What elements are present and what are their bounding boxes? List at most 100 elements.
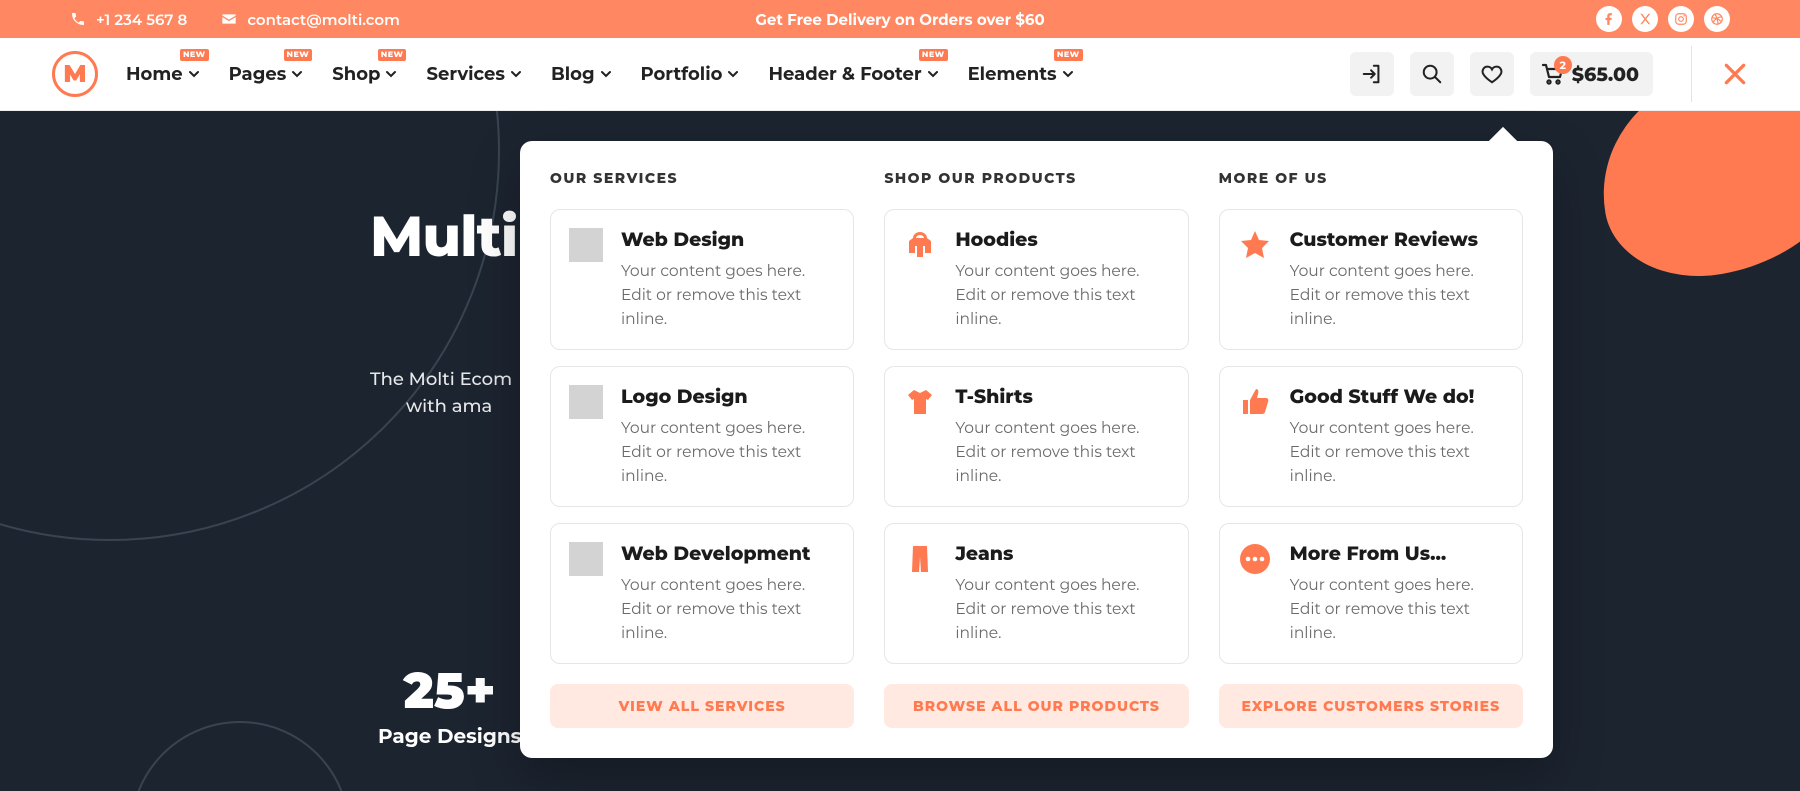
hoodie-icon: [903, 228, 937, 262]
x-link[interactable]: [1632, 6, 1658, 32]
mega-card[interactable]: Logo Design Your content goes here. Edit…: [550, 366, 854, 507]
mega-card[interactable]: Web Design Your content goes here. Edit …: [550, 209, 854, 350]
image-placeholder-icon: [569, 228, 603, 262]
thumbs-up-icon: [1238, 385, 1272, 419]
facebook-icon: [1602, 12, 1616, 26]
nav-item-services[interactable]: Services: [426, 63, 520, 85]
card-title: Customer Reviews: [1290, 228, 1504, 251]
dribbble-icon: [1710, 12, 1724, 26]
card-title: Jeans: [955, 542, 1169, 565]
login-button[interactable]: [1350, 52, 1394, 96]
phone-icon: [70, 11, 86, 27]
nav-item-label: Portfolio: [641, 63, 723, 85]
more-icon: [1238, 542, 1272, 576]
mega-heading: SHOP OUR PRODUCTS: [884, 169, 1188, 187]
nav-item-pages[interactable]: PagesNEW: [229, 63, 303, 85]
dribbble-link[interactable]: [1704, 6, 1730, 32]
close-menu-button[interactable]: [1722, 61, 1748, 87]
mega-card[interactable]: More From Us... Your content goes here. …: [1219, 523, 1523, 664]
decorative-blob: [1585, 111, 1800, 292]
search-icon: [1421, 63, 1443, 85]
mega-column: SHOP OUR PRODUCTS Hoodies Your content g…: [884, 169, 1188, 728]
mega-column: MORE OF US Customer Reviews Your content…: [1219, 169, 1523, 728]
card-desc: Your content goes here. Edit or remove t…: [955, 416, 1169, 488]
facebook-link[interactable]: [1596, 6, 1622, 32]
card-desc: Your content goes here. Edit or remove t…: [621, 259, 835, 331]
card-desc: Your content goes here. Edit or remove t…: [1290, 259, 1504, 331]
stat-label: Page Designs: [378, 725, 521, 749]
login-icon: [1361, 63, 1383, 85]
logo-letter: M: [64, 60, 87, 89]
card-title: Logo Design: [621, 385, 835, 408]
card-title: Web Design: [621, 228, 835, 251]
nav-item-label: Header & Footer: [768, 63, 921, 85]
mega-card[interactable]: Customer Reviews Your content goes here.…: [1219, 209, 1523, 350]
mega-card[interactable]: Web Development Your content goes here. …: [550, 523, 854, 664]
card-title: T-Shirts: [955, 385, 1169, 408]
email-link[interactable]: contact@molti.com: [221, 10, 400, 29]
new-badge: NEW: [284, 49, 313, 61]
card-title: Hoodies: [955, 228, 1169, 251]
nav-item-elements[interactable]: ElementsNEW: [968, 63, 1073, 85]
new-badge: NEW: [378, 49, 407, 61]
x-icon: [1638, 12, 1652, 26]
stat-block: 25+ Page Designs: [378, 660, 521, 749]
card-desc: Your content goes here. Edit or remove t…: [955, 573, 1169, 645]
cart-total: $65.00: [1572, 63, 1639, 86]
heart-icon: [1481, 63, 1503, 85]
mega-cta-button[interactable]: BROWSE ALL OUR PRODUCTS: [884, 684, 1188, 728]
star-icon: [1238, 228, 1272, 262]
nav-item-home[interactable]: HomeNEW: [126, 63, 199, 85]
stat-value: 25+: [378, 660, 521, 721]
card-title: Good Stuff We do!: [1290, 385, 1504, 408]
mega-menu: OUR SERVICES Web Design Your content goe…: [520, 141, 1553, 758]
logo[interactable]: M: [52, 51, 98, 97]
main-nav: M HomeNEWPagesNEWShopNEWServicesBlogPort…: [0, 38, 1800, 111]
divider: [1691, 46, 1692, 102]
nav-item-label: Blog: [551, 63, 595, 85]
mega-card[interactable]: T-Shirts Your content goes here. Edit or…: [884, 366, 1188, 507]
nav-item-label: Elements: [968, 63, 1057, 85]
card-title: Web Development: [621, 542, 835, 565]
nav-item-header-footer[interactable]: Header & FooterNEW: [768, 63, 937, 85]
cart-button[interactable]: 2 $65.00: [1530, 52, 1653, 96]
cart-count-badge: 2: [1554, 56, 1572, 74]
card-desc: Your content goes here. Edit or remove t…: [1290, 573, 1504, 645]
decorative-circle: [130, 721, 350, 791]
email-text: contact@molti.com: [247, 10, 400, 29]
mega-card[interactable]: Hoodies Your content goes here. Edit or …: [884, 209, 1188, 350]
new-badge: NEW: [1054, 49, 1083, 61]
search-button[interactable]: [1410, 52, 1454, 96]
nav-item-shop[interactable]: ShopNEW: [332, 63, 396, 85]
new-badge: NEW: [180, 49, 209, 61]
announcement-bar: +1 234 567 8 contact@molti.com Get Free …: [0, 0, 1800, 38]
mega-card[interactable]: Jeans Your content goes here. Edit or re…: [884, 523, 1188, 664]
mail-icon: [221, 11, 237, 27]
phone-link[interactable]: +1 234 567 8: [70, 10, 187, 29]
instagram-link[interactable]: [1668, 6, 1694, 32]
card-title: More From Us...: [1290, 542, 1504, 565]
nav-item-portfolio[interactable]: Portfolio: [641, 63, 739, 85]
nav-item-blog[interactable]: Blog: [551, 63, 611, 85]
new-badge: NEW: [919, 49, 948, 61]
image-placeholder-icon: [569, 385, 603, 419]
card-desc: Your content goes here. Edit or remove t…: [621, 573, 835, 645]
nav-item-label: Services: [426, 63, 504, 85]
card-desc: Your content goes here. Edit or remove t…: [1290, 416, 1504, 488]
image-placeholder-icon: [569, 542, 603, 576]
nav-item-label: Home: [126, 63, 183, 85]
mega-heading: OUR SERVICES: [550, 169, 854, 187]
jeans-icon: [903, 542, 937, 576]
mega-heading: MORE OF US: [1219, 169, 1523, 187]
mega-cta-button[interactable]: EXPLORE CUSTOMERS STORIES: [1219, 684, 1523, 728]
card-desc: Your content goes here. Edit or remove t…: [621, 416, 835, 488]
mega-card[interactable]: Good Stuff We do! Your content goes here…: [1219, 366, 1523, 507]
phone-text: +1 234 567 8: [96, 10, 187, 29]
card-desc: Your content goes here. Edit or remove t…: [955, 259, 1169, 331]
mega-cta-button[interactable]: VIEW ALL SERVICES: [550, 684, 854, 728]
tshirt-icon: [903, 385, 937, 419]
wishlist-button[interactable]: [1470, 52, 1514, 96]
nav-item-label: Pages: [229, 63, 287, 85]
nav-item-label: Shop: [332, 63, 380, 85]
instagram-icon: [1674, 12, 1688, 26]
